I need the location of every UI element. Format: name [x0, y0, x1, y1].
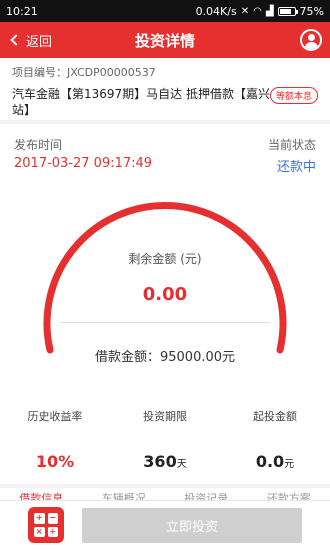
user-icon[interactable]: [300, 29, 322, 51]
remaining-label: 剩余金额 (元): [128, 252, 202, 266]
chevron-left-icon: [10, 34, 22, 46]
mute-icon: ✕: [240, 5, 250, 17]
stat-label: 起投金额: [253, 410, 297, 423]
stat-yield: 历史收益率 10%: [0, 408, 110, 471]
signal-icon: ▟: [265, 5, 274, 17]
stat-value: 0.0元: [255, 452, 295, 471]
invest-now-button[interactable]: 立即投资: [82, 508, 302, 543]
back-label: 返回: [26, 34, 53, 50]
stat-value: 360天: [143, 452, 187, 471]
project-name: 汽车金融【第13697期】马自达 抵押借款【嘉兴站】: [12, 87, 270, 117]
battery-percent: 75%: [299, 4, 324, 18]
status-time: 10:21: [6, 4, 38, 18]
back-button[interactable]: 返回: [8, 22, 52, 58]
calculator-icon[interactable]: + − × ÷: [28, 507, 64, 543]
project-info: 项目编号：JXCDP00000537 汽车金融【第13697期】马自达 抵押借款…: [0, 58, 330, 120]
bottom-bar: + − × ÷ 立即投资: [0, 500, 330, 550]
stat-label: 投资期限: [143, 410, 187, 423]
stat-term: 投资期限 360天: [110, 408, 220, 471]
status-right: 0.04K/s ✕ ◠ ▟ 75%: [196, 5, 324, 18]
remaining-amount: 0.00: [142, 284, 188, 305]
stat-min-invest: 起投金额 0.0元: [220, 408, 330, 471]
gauge-arc: [43, 202, 287, 354]
status-bar: 10:21 0.04K/s ✕ ◠ ▟ 75%: [0, 0, 330, 22]
stat-value: 10%: [35, 452, 75, 471]
battery-icon: [277, 6, 298, 16]
nav-bar: 返回 投资详情: [0, 22, 330, 58]
network-speed: 0.04K/s: [195, 4, 237, 18]
divider: [60, 322, 270, 323]
loan-amount: 借款金额：95000.00元: [94, 350, 236, 365]
main-card: 发布时间 当前状态 2017-03-27 09:17:49 还款中 剩余金额 (…: [0, 124, 330, 484]
repayment-badge: 等额本息: [269, 87, 318, 104]
stat-label: 历史收益率: [27, 410, 83, 423]
wifi-icon: ◠: [253, 5, 262, 17]
gauge-track: [43, 202, 287, 354]
project-code: 项目编号：JXCDP00000537: [12, 66, 156, 79]
project-name-row: 汽车金融【第13697期】马自达 抵押借款【嘉兴站】 等额本息: [12, 86, 318, 118]
